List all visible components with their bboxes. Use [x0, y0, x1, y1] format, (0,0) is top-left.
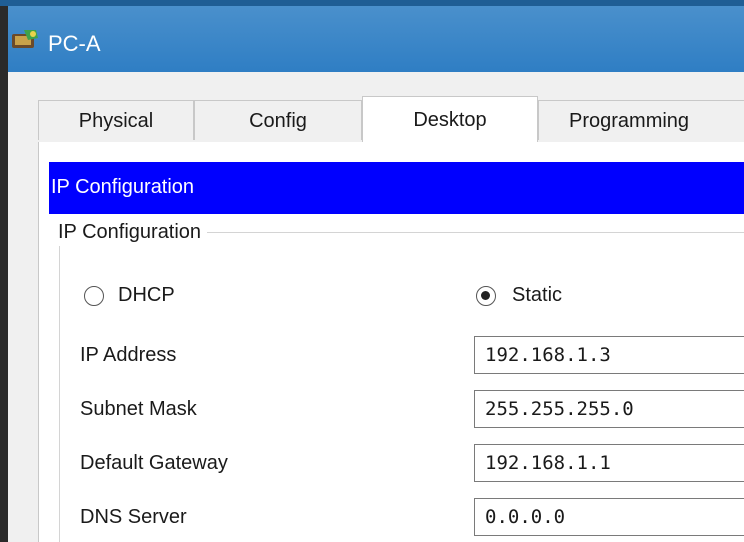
window-title: PC-A	[48, 31, 101, 56]
dhcp-radio-label[interactable]: DHCP	[118, 282, 175, 308]
dns-server-label: DNS Server	[80, 506, 187, 528]
ip-configuration-group-title: IP Configuration	[52, 218, 208, 246]
pc-icon	[12, 30, 38, 48]
title-bar[interactable]: PC-A	[8, 6, 744, 72]
static-radio-label[interactable]: Static	[512, 282, 562, 308]
tab-desktop[interactable]: Desktop	[362, 96, 538, 142]
tab-bar: Physical Config Desktop Programming	[38, 96, 744, 142]
tab-physical[interactable]: Physical	[38, 100, 194, 140]
ip-configuration-header-title: IP Configuration	[51, 176, 195, 198]
default-gateway-input[interactable]: 192.168.1.1	[474, 444, 744, 482]
pc-a-window: PC-A Physical Config Desktop Programming…	[0, 0, 744, 542]
window-edge	[0, 0, 8, 542]
subnet-mask-input[interactable]: 255.255.255.0	[474, 390, 744, 428]
ip-configuration-group	[59, 232, 744, 542]
tab-config[interactable]: Config	[194, 100, 362, 140]
dns-server-input[interactable]: 0.0.0.0	[474, 498, 744, 536]
ip-configuration-header: IP Configuration	[49, 162, 744, 214]
dhcp-radio[interactable]	[84, 286, 104, 306]
static-radio[interactable]	[476, 286, 496, 306]
tab-programming[interactable]: Programming	[538, 100, 744, 140]
subnet-mask-label: Subnet Mask	[80, 398, 197, 420]
default-gateway-label: Default Gateway	[80, 452, 228, 474]
ip-address-input[interactable]: 192.168.1.3	[474, 336, 744, 374]
ip-address-label: IP Address	[80, 344, 177, 366]
